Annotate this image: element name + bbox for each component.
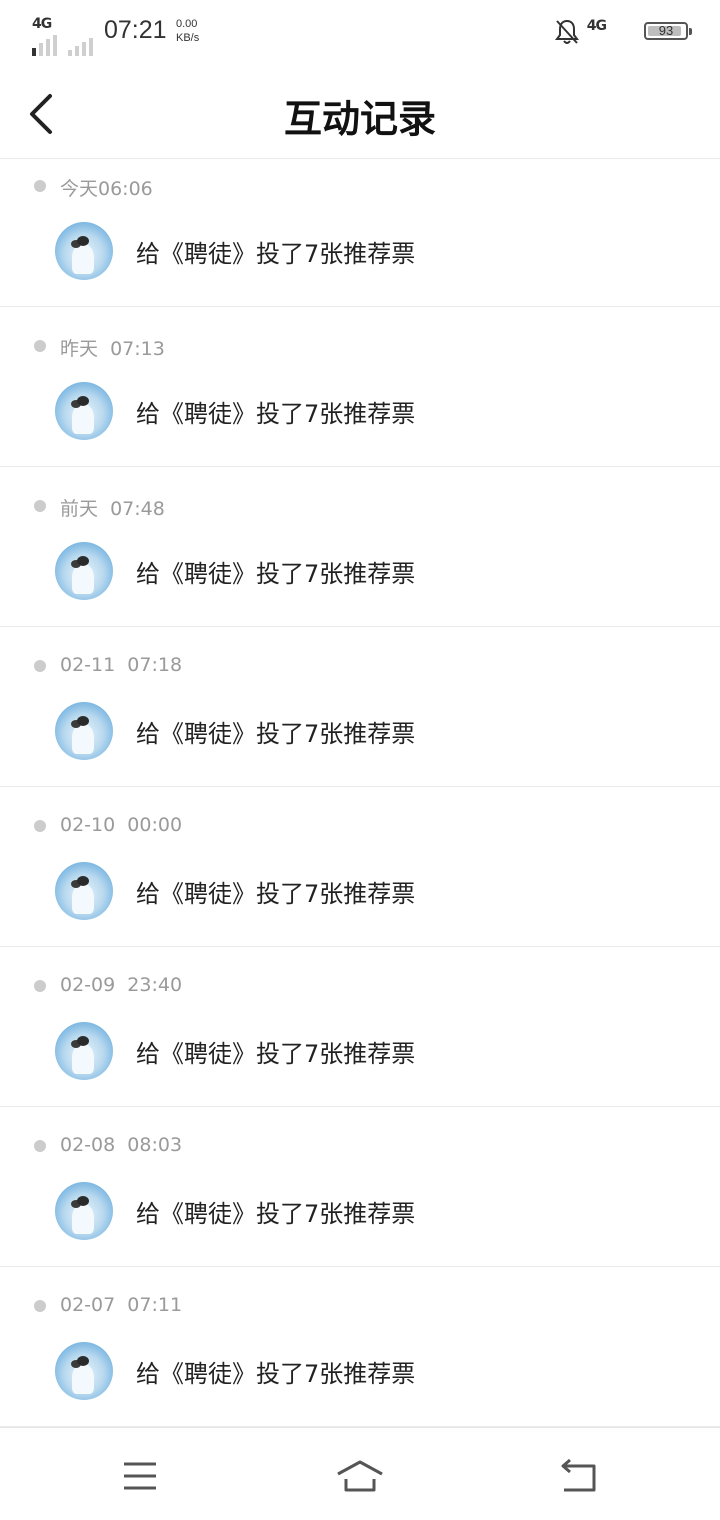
avatar-head <box>77 716 89 726</box>
record-time: 前天 07:48 <box>60 498 165 520</box>
timeline-dot <box>34 980 46 992</box>
menu-button[interactable] <box>110 1452 170 1496</box>
timeline-dot <box>34 1140 46 1152</box>
timeline-dot <box>34 500 46 512</box>
list-item[interactable]: 02-07 07:11 给《聘徒》投了7张推荐票 <box>0 1267 720 1427</box>
status-right: 4G 93 <box>530 16 692 48</box>
status-bar: 4G 07:21 0.00 KB/s 4G 93 <box>0 0 720 62</box>
record-text: 给《聘徒》投了7张推荐票 <box>136 240 416 268</box>
network-type-right-label: 4G <box>586 18 607 34</box>
record-time: 02-07 07:11 <box>60 1294 183 1316</box>
avatar-figure <box>72 724 94 754</box>
records-list[interactable]: 今天06:06 给《聘徒》投了7张推荐票 昨天 07:13 给《聘徒》投了7张推… <box>0 159 720 1427</box>
menu-icon <box>124 1462 156 1490</box>
list-item[interactable]: 昨天 07:13 给《聘徒》投了7张推荐票 <box>0 307 720 467</box>
avatar-head <box>77 236 89 246</box>
list-item[interactable]: 02-10 00:00 给《聘徒》投了7张推荐票 <box>0 787 720 947</box>
record-time: 02-08 08:03 <box>60 1134 183 1156</box>
avatar-head <box>77 876 89 886</box>
record-time: 02-10 00:00 <box>60 814 183 836</box>
clock-time: 07:21 <box>104 16 167 44</box>
avatar <box>55 1342 113 1400</box>
bell-off-icon <box>555 19 579 44</box>
battery-level-text: 93 <box>658 23 674 38</box>
header: 互动记录 <box>0 62 720 159</box>
home-button[interactable] <box>330 1452 390 1496</box>
page-title: 互动记录 <box>283 96 436 141</box>
avatar-figure <box>72 1364 94 1394</box>
avatar-figure <box>72 244 94 274</box>
avatar-figure <box>72 404 94 434</box>
network-speed: 0.00 KB/s <box>176 17 199 45</box>
avatar <box>55 702 113 760</box>
back-return-icon <box>561 1458 596 1492</box>
avatar-head <box>77 396 89 406</box>
record-text: 给《聘徒》投了7张推荐票 <box>136 1040 416 1068</box>
list-item[interactable]: 02-11 07:18 给《聘徒》投了7张推荐票 <box>0 627 720 787</box>
avatar-head <box>77 1036 89 1046</box>
avatar <box>55 1182 113 1240</box>
avatar-figure <box>72 884 94 914</box>
record-text: 给《聘徒》投了7张推荐票 <box>136 1200 416 1228</box>
battery-icon: 93 <box>644 22 692 40</box>
signal-strength-icon <box>32 35 93 56</box>
avatar <box>55 222 113 280</box>
timeline-dot <box>34 1300 46 1312</box>
record-text: 给《聘徒》投了7张推荐票 <box>136 1360 416 1388</box>
record-time: 02-09 23:40 <box>60 974 183 996</box>
record-time: 昨天 07:13 <box>60 338 165 360</box>
list-item[interactable]: 02-09 23:40 给《聘徒》投了7张推荐票 <box>0 947 720 1107</box>
avatar-figure <box>72 564 94 594</box>
avatar-head <box>77 556 89 566</box>
battery-cap <box>689 28 692 35</box>
record-time: 02-11 07:18 <box>60 654 183 676</box>
avatar <box>55 542 113 600</box>
avatar-figure <box>72 1044 94 1074</box>
record-text: 给《聘徒》投了7张推荐票 <box>136 560 416 588</box>
network-speed-unit: KB/s <box>176 32 200 44</box>
screen: 4G 07:21 0.00 KB/s 4G 93 互动记录 今天06:06 给《… <box>0 0 720 1520</box>
network-speed-value: 0.00 <box>176 18 198 30</box>
record-time: 今天06:06 <box>60 178 153 200</box>
avatar-head <box>77 1356 89 1366</box>
timeline-dot <box>34 340 46 352</box>
timeline-dot <box>34 820 46 832</box>
record-text: 给《聘徒》投了7张推荐票 <box>136 880 416 908</box>
system-back-button[interactable] <box>550 1452 610 1496</box>
record-text: 给《聘徒》投了7张推荐票 <box>136 400 416 428</box>
record-text: 给《聘徒》投了7张推荐票 <box>136 720 416 748</box>
list-item[interactable]: 今天06:06 给《聘徒》投了7张推荐票 <box>0 159 720 307</box>
avatar-figure <box>72 1204 94 1234</box>
avatar <box>55 862 113 920</box>
avatar <box>55 382 113 440</box>
list-item[interactable]: 前天 07:48 给《聘徒》投了7张推荐票 <box>0 467 720 627</box>
avatar <box>55 1022 113 1080</box>
list-item[interactable]: 02-08 08:03 给《聘徒》投了7张推荐票 <box>0 1107 720 1267</box>
timeline-dot <box>34 180 46 192</box>
system-nav-bar <box>0 1427 720 1520</box>
timeline-dot <box>34 660 46 672</box>
home-icon <box>337 1460 383 1492</box>
avatar-head <box>77 1196 89 1206</box>
